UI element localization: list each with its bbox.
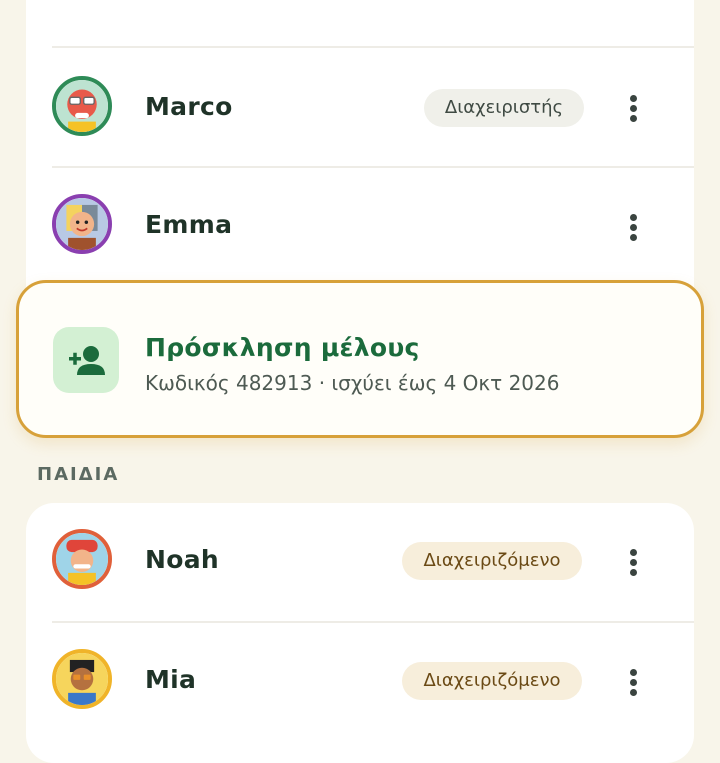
section-label-kids: ΠΑΙΔΙΑ	[37, 464, 120, 485]
invite-member-button[interactable]: Πρόσκληση μέλους Κωδικός 482913 · ισχύει…	[16, 280, 704, 438]
more-options-icon[interactable]	[626, 95, 640, 123]
member-row-mia[interactable]: Mia Διαχειριζόμενο	[26, 623, 694, 743]
more-options-icon[interactable]	[626, 549, 640, 577]
invite-title: Πρόσκληση μέλους	[145, 333, 420, 362]
member-row-noah[interactable]: Noah Διαχειριζόμενο	[26, 503, 694, 623]
member-name: Noah	[145, 545, 219, 574]
invite-code-text: Κωδικός 482913 · ισχύει έως 4 Οκτ 2026	[145, 371, 560, 395]
member-row-emma[interactable]: Emma	[26, 168, 694, 288]
member-name: Marco	[145, 92, 233, 121]
more-options-icon[interactable]	[626, 669, 640, 697]
role-badge: Διαχειριστής	[424, 89, 584, 127]
role-badge: Διαχειριζόμενο	[402, 662, 582, 700]
avatar-emma-icon	[52, 194, 112, 254]
member-name: Emma	[145, 210, 233, 239]
avatar-mia-icon	[52, 649, 112, 709]
avatar-noah-icon	[52, 529, 112, 589]
more-options-icon[interactable]	[626, 214, 640, 242]
kids-card: Noah Διαχειριζόμενο Mia Διαχειριζόμενο	[26, 503, 694, 763]
member-row-marco[interactable]: Marco Διαχειριστής	[26, 48, 694, 168]
add-person-icon	[53, 327, 119, 393]
member-name: Mia	[145, 665, 197, 694]
avatar-marco-icon	[52, 76, 112, 136]
role-badge: Διαχειριζόμενο	[402, 542, 582, 580]
